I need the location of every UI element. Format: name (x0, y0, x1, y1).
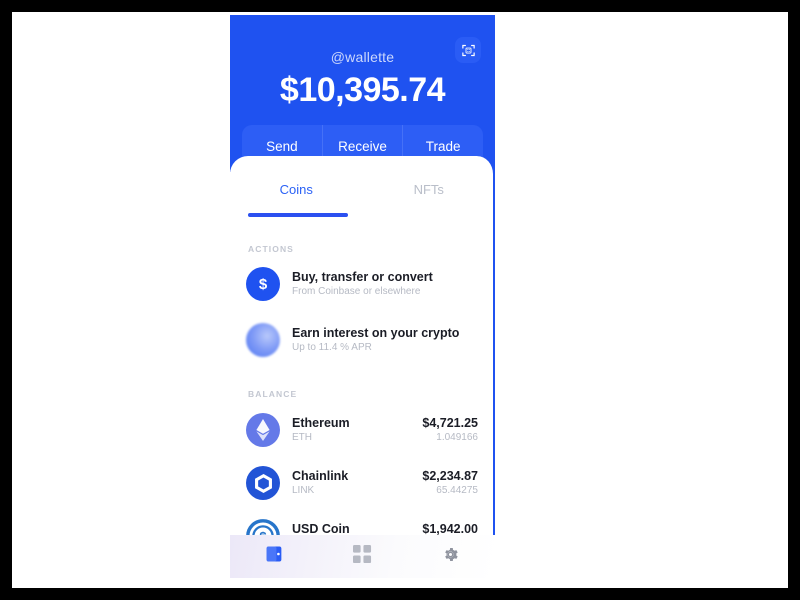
dollar-circle-icon: $ (246, 267, 280, 301)
coin-quantity: 65.44275 (436, 484, 478, 496)
tab-coins-label: Coins (279, 182, 313, 197)
coin-name: Chainlink (292, 468, 349, 483)
total-balance: $10,395.74 (279, 71, 446, 109)
balance-section-label: BALANCE (248, 389, 298, 399)
gradient-blob-icon (246, 323, 280, 357)
content-card: Coins NFTs ACTIONS $ Buy, transfer or co… (230, 156, 495, 578)
coin-symbol: ETH (292, 431, 312, 443)
coin-value: $4,721.25 (422, 415, 478, 430)
tab-nfts[interactable]: NFTs (363, 182, 494, 197)
bottom-navigation-bar (230, 535, 495, 578)
active-tab-indicator (248, 213, 348, 217)
tab-nfts-label: NFTs (413, 182, 444, 197)
chainlink-icon (246, 466, 280, 500)
action-title: Buy, transfer or convert (292, 269, 433, 284)
action-subtitle: Up to 11.4 % APR (292, 341, 372, 353)
balance-row-values: $2,234.87 65.44275 (422, 469, 478, 498)
page-canvas: @wallette $10,395.74 Send Receive Trade (12, 12, 788, 588)
account-handle: @wallette (330, 49, 395, 65)
content-tabs: Coins NFTs (230, 182, 494, 197)
action-row-text: Buy, transfer or convert From Coinbase o… (292, 269, 493, 299)
balance-row-chainlink[interactable]: Chainlink LINK $2,234.87 65.44275 (230, 461, 493, 505)
coin-symbol: LINK (292, 484, 315, 496)
grid-icon (352, 544, 372, 569)
send-label: Send (266, 139, 298, 154)
nav-item-wallet[interactable] (230, 545, 318, 568)
balance-row-text: Chainlink LINK (292, 469, 422, 498)
phone-mockup: @wallette $10,395.74 Send Receive Trade (230, 15, 495, 578)
ethereum-icon (246, 413, 280, 447)
action-row-text: Earn interest on your crypto Up to 11.4 … (292, 325, 493, 355)
balance-row-values: $4,721.25 1.049166 (422, 416, 478, 445)
action-row-buy-transfer-convert[interactable]: $ Buy, transfer or convert From Coinbase… (230, 262, 493, 306)
actions-section-label: ACTIONS (248, 244, 294, 254)
wallet-header: @wallette $10,395.74 Send Receive Trade (230, 15, 495, 172)
dollar-glyph: $ (258, 275, 268, 293)
action-row-earn-interest[interactable]: Earn interest on your crypto Up to 11.4 … (230, 318, 493, 362)
nav-item-apps[interactable] (318, 544, 406, 569)
gear-icon (441, 545, 460, 569)
coin-quantity: 1.049166 (436, 431, 478, 443)
nav-item-settings[interactable] (407, 545, 495, 569)
coin-value: $2,234.87 (422, 468, 478, 483)
wallet-icon (264, 545, 284, 568)
trade-label: Trade (425, 139, 461, 154)
balance-row-ethereum[interactable]: Ethereum ETH $4,721.25 1.049166 (230, 408, 493, 452)
balance-row-text: Ethereum ETH (292, 416, 422, 445)
tab-coins[interactable]: Coins (230, 182, 363, 197)
action-title: Earn interest on your crypto (292, 325, 460, 340)
receive-label: Receive (338, 139, 387, 154)
coin-name: Ethereum (292, 415, 350, 430)
action-subtitle: From Coinbase or elsewhere (292, 285, 421, 297)
